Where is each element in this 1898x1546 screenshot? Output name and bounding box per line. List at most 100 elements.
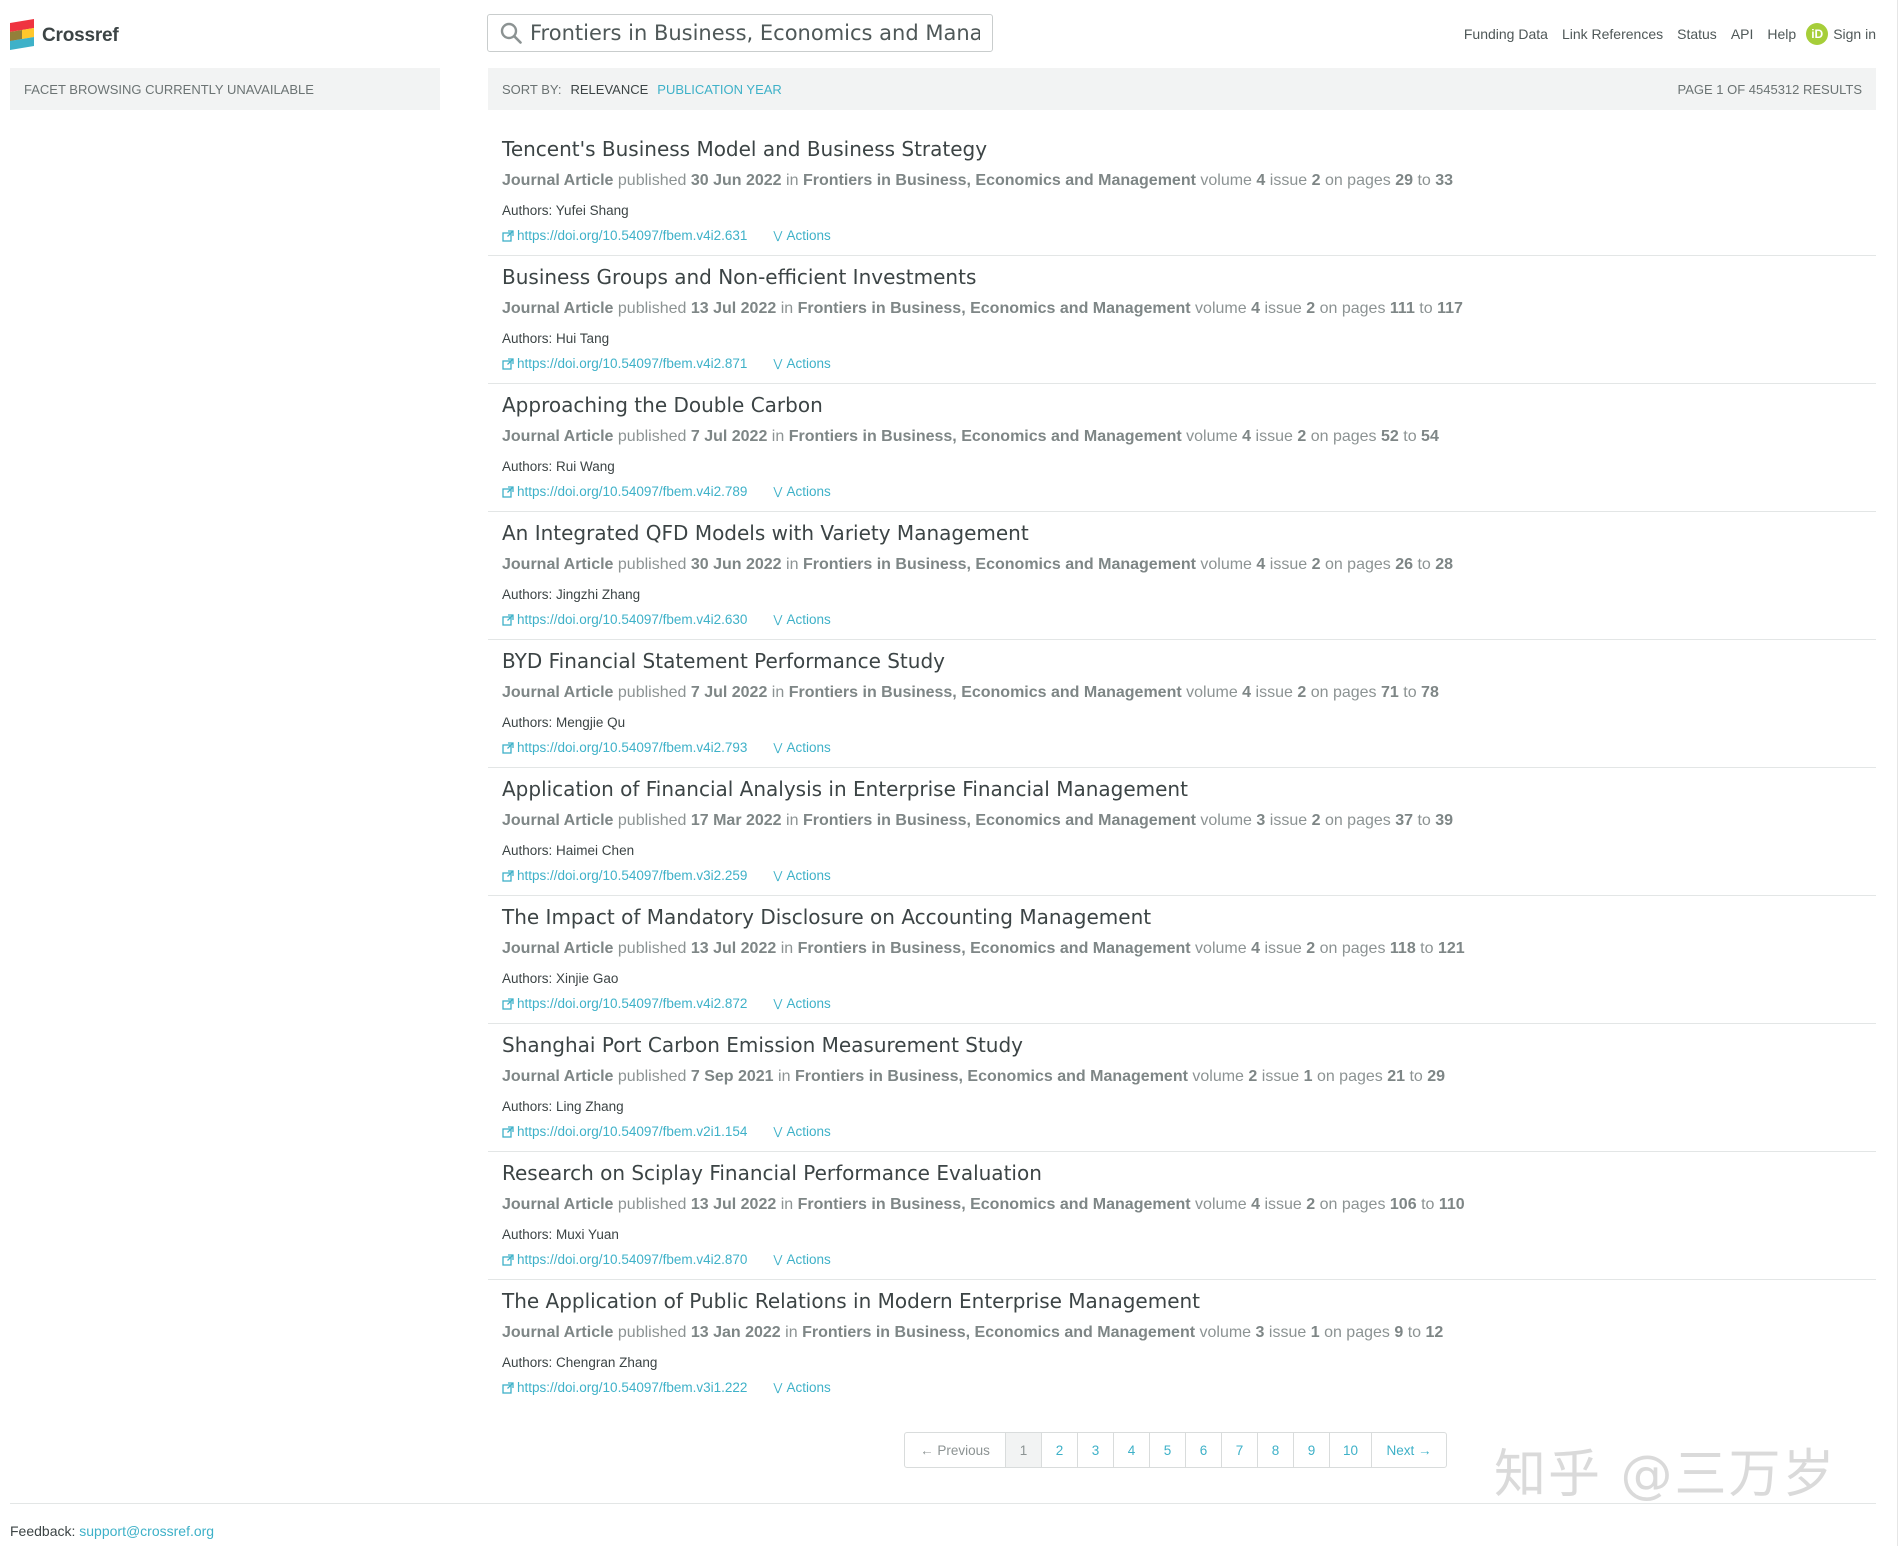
- previous-page-button[interactable]: ← Previous: [904, 1432, 1006, 1468]
- actions-label: Actions: [786, 1124, 831, 1139]
- sort-publication-year[interactable]: PUBLICATION YEAR: [657, 82, 782, 97]
- double-chevron-down-icon: ⋁: [773, 742, 783, 754]
- result-type: Journal Article: [502, 684, 614, 701]
- sign-in-label: Sign in: [1833, 26, 1876, 42]
- page-button-5[interactable]: 5: [1149, 1432, 1186, 1468]
- external-link-icon: [502, 997, 514, 1010]
- nav-api[interactable]: API: [1731, 26, 1754, 42]
- result-issue: 2: [1306, 940, 1316, 957]
- page-button-10[interactable]: 10: [1329, 1432, 1372, 1468]
- authors-label: Authors:: [502, 1227, 553, 1242]
- result-title[interactable]: Business Groups and Non-efficient Invest…: [502, 265, 976, 289]
- doi-link[interactable]: https://doi.org/10.54097/fbem.v4i2.793: [502, 740, 747, 755]
- result-meta: Journal Article published 30 Jun 2022 in…: [502, 556, 1453, 574]
- page-button-2[interactable]: 2: [1041, 1432, 1078, 1468]
- page-button-7[interactable]: 7: [1221, 1432, 1258, 1468]
- published-label: published: [617, 812, 687, 829]
- actions-toggle[interactable]: ⋁ Actions: [773, 1124, 830, 1139]
- result-volume: 4: [1242, 684, 1252, 701]
- doi-link[interactable]: https://doi.org/10.54097/fbem.v4i2.871: [502, 356, 747, 371]
- doi-link[interactable]: https://doi.org/10.54097/fbem.v4i2.630: [502, 612, 747, 627]
- doi-link[interactable]: https://doi.org/10.54097/fbem.v4i2.631: [502, 228, 747, 243]
- pages-label: on pages: [1319, 940, 1386, 957]
- result-page-start: 9: [1394, 1324, 1404, 1341]
- feedback-email-link[interactable]: support@crossref.org: [79, 1523, 214, 1539]
- issue-label: issue: [1269, 812, 1308, 829]
- result-title[interactable]: BYD Financial Statement Performance Stud…: [502, 649, 945, 673]
- result-title[interactable]: An Integrated QFD Models with Variety Ma…: [502, 521, 1029, 545]
- doi-link[interactable]: https://doi.org/10.54097/fbem.v4i2.870: [502, 1252, 747, 1267]
- doi-link[interactable]: https://doi.org/10.54097/fbem.v4i2.789: [502, 484, 747, 499]
- result-title[interactable]: Research on Sciplay Financial Performanc…: [502, 1161, 1042, 1185]
- author-name: Chengran Zhang: [556, 1355, 658, 1370]
- result-links: https://doi.org/10.54097/fbem.v2i1.154 ⋁ A…: [502, 1124, 831, 1139]
- search-input[interactable]: [530, 21, 980, 45]
- pages-label: on pages: [1324, 172, 1391, 189]
- doi-link[interactable]: https://doi.org/10.54097/fbem.v2i1.154: [502, 1124, 747, 1139]
- published-label: published: [617, 940, 687, 957]
- result-journal: Frontiers in Business, Economics and Man…: [802, 556, 1196, 573]
- nav-link-references[interactable]: Link References: [1562, 26, 1663, 42]
- result-issue: 2: [1306, 1196, 1316, 1213]
- pages-label: on pages: [1324, 1324, 1390, 1341]
- doi-text: https://doi.org/10.54097/fbem.v2i1.154: [517, 1124, 748, 1139]
- result-item: Application of Financial Analysis in Ent…: [488, 768, 1876, 896]
- page-button-9[interactable]: 9: [1293, 1432, 1330, 1468]
- authors-label: Authors:: [502, 587, 553, 602]
- result-links: https://doi.org/10.54097/fbem.v4i2.793 ⋁ A…: [502, 740, 831, 755]
- result-date: 30 Jun 2022: [690, 556, 782, 573]
- result-authors: Authors: Mengjie Qu: [502, 715, 625, 730]
- crossref-logo[interactable]: Crossref: [10, 16, 119, 56]
- next-page-button[interactable]: Next →: [1371, 1432, 1447, 1468]
- actions-toggle[interactable]: ⋁ Actions: [773, 868, 830, 883]
- sign-in-button[interactable]: iD Sign in: [1806, 23, 1876, 45]
- external-link-icon: [502, 357, 514, 370]
- actions-toggle[interactable]: ⋁ Actions: [773, 1252, 830, 1267]
- result-title[interactable]: Approaching the Double Carbon: [502, 393, 823, 417]
- result-page-start: 71: [1381, 684, 1399, 701]
- result-authors: Authors: Muxi Yuan: [502, 1227, 619, 1242]
- top-navigation: Funding Data Link References Status API …: [1450, 20, 1876, 48]
- result-type: Journal Article: [502, 428, 614, 445]
- actions-toggle[interactable]: ⋁ Actions: [773, 1380, 830, 1395]
- result-issue: 2: [1311, 812, 1321, 829]
- author-name: Hui Tang: [556, 331, 610, 346]
- authors-label: Authors:: [502, 331, 553, 346]
- page-button-4[interactable]: 4: [1113, 1432, 1150, 1468]
- author-name: Xinjie Gao: [556, 971, 619, 986]
- actions-toggle[interactable]: ⋁ Actions: [773, 484, 830, 499]
- result-page-start: 111: [1389, 300, 1415, 317]
- doi-link[interactable]: https://doi.org/10.54097/fbem.v4i2.872: [502, 996, 747, 1011]
- search-box[interactable]: [487, 14, 993, 52]
- page-button-6[interactable]: 6: [1185, 1432, 1222, 1468]
- result-title[interactable]: Tencent's Business Model and Business St…: [502, 137, 987, 161]
- nav-status[interactable]: Status: [1677, 26, 1717, 42]
- actions-toggle[interactable]: ⋁ Actions: [773, 356, 830, 371]
- page-button-3[interactable]: 3: [1077, 1432, 1114, 1468]
- result-page-end: 121: [1437, 940, 1465, 957]
- sort-relevance[interactable]: RELEVANCE: [571, 82, 649, 97]
- result-title[interactable]: Shanghai Port Carbon Emission Measuremen…: [502, 1033, 1023, 1057]
- nav-funding-data[interactable]: Funding Data: [1464, 26, 1548, 42]
- actions-toggle[interactable]: ⋁ Actions: [773, 228, 830, 243]
- doi-link[interactable]: https://doi.org/10.54097/fbem.v3i1.222: [502, 1380, 747, 1395]
- result-type: Journal Article: [502, 172, 614, 189]
- issue-label: issue: [1268, 1324, 1307, 1341]
- result-authors: Authors: Haimei Chen: [502, 843, 634, 858]
- doi-text: https://doi.org/10.54097/fbem.v4i2.630: [517, 612, 748, 627]
- result-title[interactable]: The Application of Public Relations in M…: [502, 1289, 1200, 1313]
- page-button-1[interactable]: 1: [1005, 1432, 1042, 1468]
- result-meta: Journal Article published 13 Jul 2022 in…: [502, 1196, 1465, 1214]
- actions-toggle[interactable]: ⋁ Actions: [773, 612, 830, 627]
- result-title[interactable]: Application of Financial Analysis in Ent…: [502, 777, 1188, 801]
- facet-panel: Facet browsing currently unavailable: [10, 68, 440, 110]
- page-button-8[interactable]: 8: [1257, 1432, 1294, 1468]
- doi-link[interactable]: https://doi.org/10.54097/fbem.v3i2.259: [502, 868, 747, 883]
- actions-toggle[interactable]: ⋁ Actions: [773, 996, 830, 1011]
- result-type: Journal Article: [502, 812, 614, 829]
- actions-toggle[interactable]: ⋁ Actions: [773, 740, 830, 755]
- double-chevron-down-icon: ⋁: [773, 486, 783, 498]
- result-title[interactable]: The Impact of Mandatory Disclosure on Ac…: [502, 905, 1151, 929]
- result-date: 13 Jul 2022: [690, 940, 777, 957]
- nav-help[interactable]: Help: [1767, 26, 1796, 42]
